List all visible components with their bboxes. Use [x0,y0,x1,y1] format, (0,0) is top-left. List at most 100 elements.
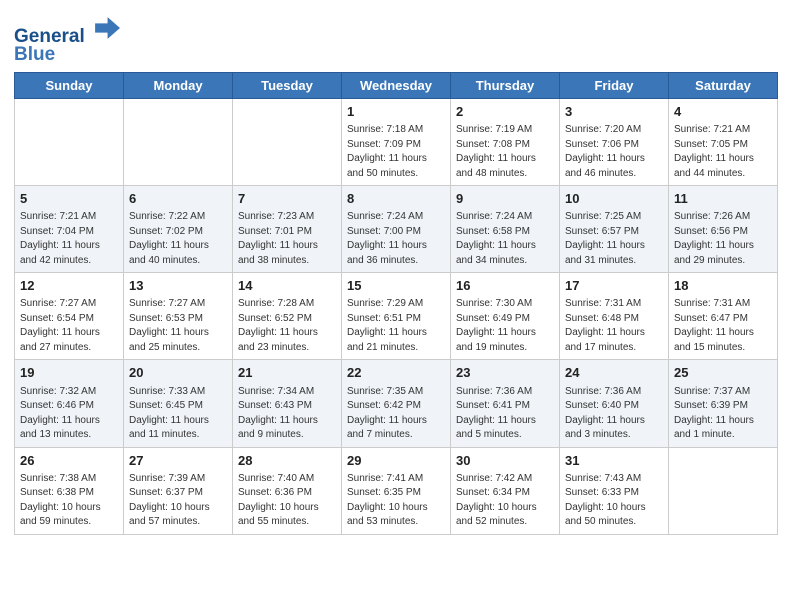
day-info: Sunrise: 7:31 AMSunset: 6:47 PMDaylight:… [674,297,772,355]
day-info: Sunrise: 7:43 AMSunset: 6:33 PMDaylight:… [565,472,663,530]
day-info: Sunrise: 7:40 AMSunset: 6:36 PMDaylight:… [238,472,336,530]
day-number: 11 [674,190,772,208]
calendar-cell: 19 Sunrise: 7:32 AMSunset: 6:46 PMDayligh… [15,360,124,447]
logo-text: General [14,14,120,48]
calendar-cell: 20 Sunrise: 7:33 AMSunset: 6:45 PMDayligh… [124,360,233,447]
day-info: Sunrise: 7:26 AMSunset: 6:56 PMDaylight:… [674,210,772,268]
day-number: 8 [347,190,445,208]
day-number: 21 [238,364,336,382]
weekday-sunday: Sunday [15,72,124,98]
day-number: 26 [20,452,118,470]
weekday-saturday: Saturday [669,72,778,98]
day-number: 30 [456,452,554,470]
calendar-cell [124,98,233,185]
day-number: 12 [20,277,118,295]
calendar-cell: 22 Sunrise: 7:35 AMSunset: 6:42 PMDayligh… [342,360,451,447]
day-number: 5 [20,190,118,208]
weekday-header-row: SundayMondayTuesdayWednesdayThursdayFrid… [15,72,778,98]
calendar: SundayMondayTuesdayWednesdayThursdayFrid… [14,72,778,535]
day-info: Sunrise: 7:33 AMSunset: 6:45 PMDaylight:… [129,385,227,443]
day-number: 13 [129,277,227,295]
day-number: 4 [674,103,772,121]
day-info: Sunrise: 7:32 AMSunset: 6:46 PMDaylight:… [20,385,118,443]
calendar-cell: 21 Sunrise: 7:34 AMSunset: 6:43 PMDayligh… [233,360,342,447]
calendar-cell [15,98,124,185]
day-info: Sunrise: 7:36 AMSunset: 6:40 PMDaylight:… [565,385,663,443]
calendar-cell: 25Sunrise: 7:37 AMSunset: 6:39 PMDayligh… [669,360,778,447]
weekday-tuesday: Tuesday [233,72,342,98]
day-info: Sunrise: 7:30 AMSunset: 6:49 PMDaylight:… [456,297,554,355]
day-info: Sunrise: 7:21 AMSunset: 7:05 PMDaylight:… [674,123,772,181]
calendar-cell: 13 Sunrise: 7:27 AMSunset: 6:53 PMDayligh… [124,273,233,360]
calendar-cell: 8 Sunrise: 7:24 AMSunset: 7:00 PMDaylight… [342,186,451,273]
day-number: 22 [347,364,445,382]
day-number: 10 [565,190,663,208]
calendar-cell: 31 Sunrise: 7:43 AMSunset: 6:33 PMDayligh… [560,447,669,534]
calendar-cell: 2 Sunrise: 7:19 AMSunset: 7:08 PMDaylight… [451,98,560,185]
day-info: Sunrise: 7:27 AMSunset: 6:54 PMDaylight:… [20,297,118,355]
day-info: Sunrise: 7:39 AMSunset: 6:37 PMDaylight:… [129,472,227,530]
day-info: Sunrise: 7:35 AMSunset: 6:42 PMDaylight:… [347,385,445,443]
calendar-cell: 18 Sunrise: 7:31 AMSunset: 6:47 PMDayligh… [669,273,778,360]
calendar-cell: 30 Sunrise: 7:42 AMSunset: 6:34 PMDayligh… [451,447,560,534]
week-row-3: 19 Sunrise: 7:32 AMSunset: 6:46 PMDayligh… [15,360,778,447]
calendar-cell: 9Sunrise: 7:24 AMSunset: 6:58 PMDaylight… [451,186,560,273]
calendar-cell: 1 Sunrise: 7:18 AMSunset: 7:09 PMDaylight… [342,98,451,185]
day-number: 2 [456,103,554,121]
week-row-2: 12 Sunrise: 7:27 AMSunset: 6:54 PMDayligh… [15,273,778,360]
day-number: 18 [674,277,772,295]
weekday-thursday: Thursday [451,72,560,98]
day-info: Sunrise: 7:31 AMSunset: 6:48 PMDaylight:… [565,297,663,355]
weekday-friday: Friday [560,72,669,98]
day-info: Sunrise: 7:29 AMSunset: 6:51 PMDaylight:… [347,297,445,355]
calendar-cell [233,98,342,185]
day-number: 1 [347,103,445,121]
day-info: Sunrise: 7:42 AMSunset: 6:34 PMDaylight:… [456,472,554,530]
day-info: Sunrise: 7:18 AMSunset: 7:09 PMDaylight:… [347,123,445,181]
calendar-cell: 24 Sunrise: 7:36 AMSunset: 6:40 PMDayligh… [560,360,669,447]
page: General Blue SundayMondayTuesdayWednesda… [0,0,792,612]
day-number: 6 [129,190,227,208]
day-number: 23 [456,364,554,382]
day-info: Sunrise: 7:24 AMSunset: 6:58 PMDaylight:… [456,210,554,268]
calendar-cell: 10 Sunrise: 7:25 AMSunset: 6:57 PMDayligh… [560,186,669,273]
calendar-cell: 7Sunrise: 7:23 AMSunset: 7:01 PMDaylight… [233,186,342,273]
day-number: 16 [456,277,554,295]
calendar-cell: 17 Sunrise: 7:31 AMSunset: 6:48 PMDayligh… [560,273,669,360]
day-info: Sunrise: 7:36 AMSunset: 6:41 PMDaylight:… [456,385,554,443]
calendar-cell: 16 Sunrise: 7:30 AMSunset: 6:49 PMDayligh… [451,273,560,360]
day-info: Sunrise: 7:25 AMSunset: 6:57 PMDaylight:… [565,210,663,268]
day-info: Sunrise: 7:19 AMSunset: 7:08 PMDaylight:… [456,123,554,181]
calendar-cell: 28Sunrise: 7:40 AMSunset: 6:36 PMDayligh… [233,447,342,534]
week-row-0: 1 Sunrise: 7:18 AMSunset: 7:09 PMDaylight… [15,98,778,185]
calendar-cell: 14Sunrise: 7:28 AMSunset: 6:52 PMDayligh… [233,273,342,360]
day-number: 3 [565,103,663,121]
day-number: 25 [674,364,772,382]
day-number: 24 [565,364,663,382]
day-number: 19 [20,364,118,382]
day-info: Sunrise: 7:41 AMSunset: 6:35 PMDaylight:… [347,472,445,530]
calendar-cell: 29Sunrise: 7:41 AMSunset: 6:35 PMDayligh… [342,447,451,534]
day-number: 14 [238,277,336,295]
calendar-cell: 23 Sunrise: 7:36 AMSunset: 6:41 PMDayligh… [451,360,560,447]
day-number: 27 [129,452,227,470]
day-number: 15 [347,277,445,295]
calendar-cell: 4 Sunrise: 7:21 AMSunset: 7:05 PMDaylight… [669,98,778,185]
day-info: Sunrise: 7:24 AMSunset: 7:00 PMDaylight:… [347,210,445,268]
calendar-cell: 6Sunrise: 7:22 AMSunset: 7:02 PMDaylight… [124,186,233,273]
day-info: Sunrise: 7:38 AMSunset: 6:38 PMDaylight:… [20,472,118,530]
day-info: Sunrise: 7:34 AMSunset: 6:43 PMDaylight:… [238,385,336,443]
calendar-cell: 27 Sunrise: 7:39 AMSunset: 6:37 PMDayligh… [124,447,233,534]
calendar-cell: 15 Sunrise: 7:29 AMSunset: 6:51 PMDayligh… [342,273,451,360]
calendar-cell: 12 Sunrise: 7:27 AMSunset: 6:54 PMDayligh… [15,273,124,360]
day-number: 7 [238,190,336,208]
day-number: 17 [565,277,663,295]
header: General Blue [14,10,778,66]
logo-icon [92,14,120,42]
day-number: 20 [129,364,227,382]
day-info: Sunrise: 7:27 AMSunset: 6:53 PMDaylight:… [129,297,227,355]
day-number: 31 [565,452,663,470]
day-info: Sunrise: 7:21 AMSunset: 7:04 PMDaylight:… [20,210,118,268]
calendar-cell: 3Sunrise: 7:20 AMSunset: 7:06 PMDaylight… [560,98,669,185]
calendar-cell [669,447,778,534]
